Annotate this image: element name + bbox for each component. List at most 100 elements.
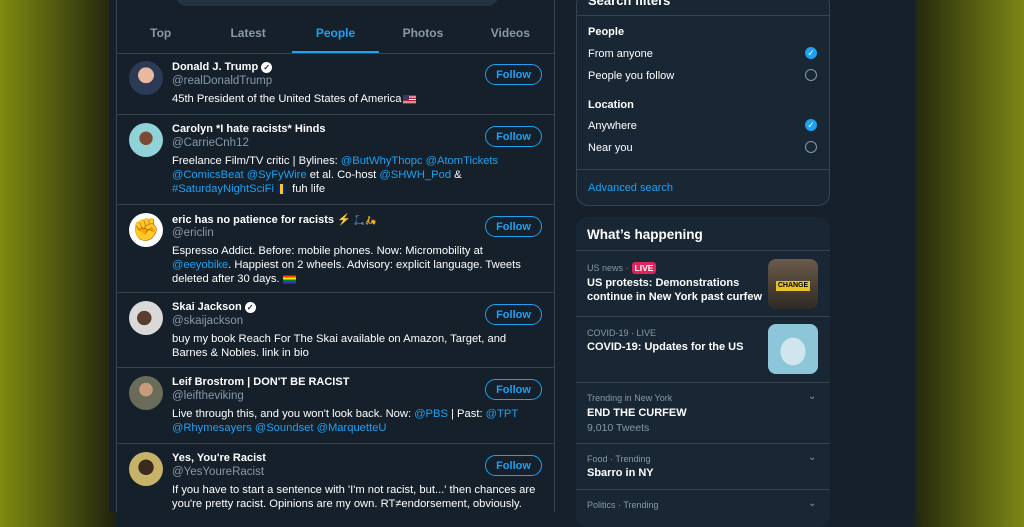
mention-link[interactable]: @eeyobike — [172, 259, 228, 271]
avatar[interactable]: ✊ — [129, 213, 163, 247]
tab-videos[interactable]: Videos — [467, 12, 554, 53]
verified-icon: ✓ — [244, 301, 256, 313]
trend-item[interactable]: Trending in New York END THE CURFEW 9,01… — [576, 382, 830, 443]
user-row[interactable]: Yes, You're Racist @YesYoureRacist If yo… — [117, 444, 554, 524]
radio-anywhere[interactable]: ✓ — [805, 119, 817, 131]
trend-item[interactable]: Food · Trending Sbarro in NY ⌄ — [576, 443, 830, 490]
follow-button[interactable]: Follow — [485, 304, 542, 325]
people-heading: People — [588, 26, 625, 38]
trend-title: Sbarro in NY — [587, 467, 654, 479]
avatar[interactable] — [129, 301, 163, 335]
user-name[interactable]: eric has no patience for racists ⚡ 🛴🛵 — [172, 213, 376, 226]
user-row[interactable]: ✊ eric has no patience for racists ⚡ 🛴🛵 … — [117, 205, 554, 293]
verified-icon: ✓ — [261, 61, 273, 73]
user-name[interactable]: Skai Jackson ✓ — [172, 301, 256, 313]
user-handle[interactable]: @YesYoureRacist — [172, 466, 264, 478]
user-row[interactable]: Skai Jackson ✓ @skaijackson buy my book R… — [117, 293, 554, 368]
radio-near-you[interactable] — [805, 141, 817, 153]
trend-item[interactable]: US news · LIVE US protests: Demonstration… — [576, 250, 830, 317]
option-from-anyone[interactable]: From anyone — [588, 48, 653, 60]
user-name[interactable]: Yes, You're Racist — [172, 452, 266, 464]
advanced-search-link[interactable]: Advanced search — [588, 182, 673, 194]
follow-button[interactable]: Follow — [485, 455, 542, 476]
protest-thumbnail: CHANGE — [768, 259, 818, 309]
radio-people-you-follow[interactable] — [805, 69, 817, 81]
user-row[interactable]: Carolyn *I hate racists* Hinds @CarrieCn… — [117, 115, 554, 205]
divider — [577, 15, 829, 16]
mention-link[interactable]: @MarquetteU — [317, 422, 387, 434]
user-handle[interactable]: @realDonaldTrump — [172, 75, 272, 87]
divider — [577, 169, 829, 170]
mention-link[interactable]: @ComicsBeat — [172, 169, 244, 181]
search-tabs: Top Latest People Photos Videos — [117, 12, 554, 54]
mask-thumbnail — [768, 324, 818, 374]
user-handle[interactable]: @skaijackson — [172, 315, 243, 327]
us-flag-icon — [403, 94, 417, 104]
trend-meta: Food · Trending — [587, 454, 651, 464]
chevron-down-icon[interactable]: ⌄ — [808, 498, 816, 509]
user-name[interactable]: Leif Brostrom | DON'T BE RACIST — [172, 376, 349, 388]
user-handle[interactable]: @CarrieCnh12 — [172, 137, 249, 149]
user-name[interactable]: Donald J. Trump ✓ — [172, 61, 273, 73]
user-bio: Espresso Addict. Before: mobile phones. … — [172, 245, 521, 285]
avatar[interactable] — [129, 123, 163, 157]
option-anywhere[interactable]: Anywhere — [588, 120, 637, 132]
hashtag-link[interactable]: #SaturdayNightSciFi — [172, 183, 274, 195]
trend-item[interactable]: Politics · Trending ⌄ — [576, 489, 830, 527]
trend-title: COVID-19: Updates for the US — [587, 341, 744, 353]
user-handle[interactable]: @ericlin — [172, 227, 214, 239]
user-bio: 45th President of the United States of A… — [172, 92, 544, 106]
user-handle[interactable]: @leiftheviking — [172, 390, 244, 402]
tab-top[interactable]: Top — [117, 12, 204, 53]
search-results-column: Top Latest People Photos Videos Donald J… — [116, 0, 555, 512]
user-row[interactable]: Leif Brostrom | DON'T BE RACIST @leifthe… — [117, 368, 554, 444]
tab-people[interactable]: People — [291, 12, 380, 53]
chevron-down-icon[interactable]: ⌄ — [808, 391, 816, 402]
option-people-you-follow[interactable]: People you follow — [588, 70, 674, 82]
follow-button[interactable]: Follow — [485, 64, 542, 85]
follow-button[interactable]: Follow — [485, 126, 542, 147]
trend-meta: Trending in New York — [587, 393, 673, 403]
filters-title: Search filters — [588, 0, 671, 8]
user-bio: Live through this, and you won't look ba… — [172, 408, 518, 434]
tab-photos[interactable]: Photos — [379, 12, 466, 53]
sign-text: CHANGE — [776, 281, 810, 291]
user-row[interactable]: Donald J. Trump ✓ @realDonaldTrump 45th P… — [117, 53, 554, 115]
tweet-count: 9,010 Tweets — [587, 422, 650, 434]
mention-link[interactable]: @Soundset — [255, 422, 314, 434]
barbados-flag-icon — [276, 184, 286, 195]
tab-latest[interactable]: Latest — [204, 12, 291, 53]
mention-link[interactable]: @SHWH_Pod — [379, 169, 451, 181]
search-filters-panel: Search filters People From anyone ✓ Peop… — [576, 0, 830, 206]
search-input[interactable] — [175, 0, 499, 6]
user-bio: buy my book Reach For The Skai available… — [172, 333, 507, 359]
mention-link[interactable]: @Rhymesayers — [172, 422, 252, 434]
mention-link[interactable]: @AtomTickets — [426, 155, 498, 167]
user-name[interactable]: Carolyn *I hate racists* Hinds — [172, 123, 325, 135]
mention-link[interactable]: @PBS — [414, 408, 448, 420]
mention-link[interactable]: @ButWhyThopc — [341, 155, 423, 167]
user-bio: If you have to start a sentence with 'I'… — [172, 484, 536, 510]
lightning-icon: ⚡ — [337, 214, 351, 226]
avatar[interactable] — [129, 61, 163, 95]
follow-button[interactable]: Follow — [485, 379, 542, 400]
radio-from-anyone[interactable]: ✓ — [805, 47, 817, 59]
avatar[interactable] — [129, 376, 163, 410]
mention-link[interactable]: @SyFyWire — [247, 169, 307, 181]
location-heading: Location — [588, 99, 634, 111]
trend-title: US protests: Demonstrations continue in … — [587, 277, 763, 303]
user-bio: Freelance Film/TV critic | Bylines: @But… — [172, 155, 499, 195]
whats-happening-panel: What’s happening US news · LIVE US protes… — [576, 217, 830, 527]
trend-item[interactable]: COVID-19 · LIVE COVID-19: Updates for th… — [576, 316, 830, 383]
trend-title: END THE CURFEW — [587, 407, 687, 419]
scooter-icon: 🛴🛵 — [353, 215, 377, 225]
chevron-down-icon[interactable]: ⌄ — [808, 452, 816, 463]
trend-meta: COVID-19 · LIVE — [587, 328, 657, 338]
follow-button[interactable]: Follow — [485, 216, 542, 237]
mention-link[interactable]: @TPT — [486, 408, 518, 420]
avatar[interactable] — [129, 452, 163, 486]
happening-title: What’s happening — [587, 227, 703, 242]
option-near-you[interactable]: Near you — [588, 142, 633, 154]
trend-meta: Politics · Trending — [587, 500, 659, 510]
live-badge: LIVE — [631, 262, 657, 274]
